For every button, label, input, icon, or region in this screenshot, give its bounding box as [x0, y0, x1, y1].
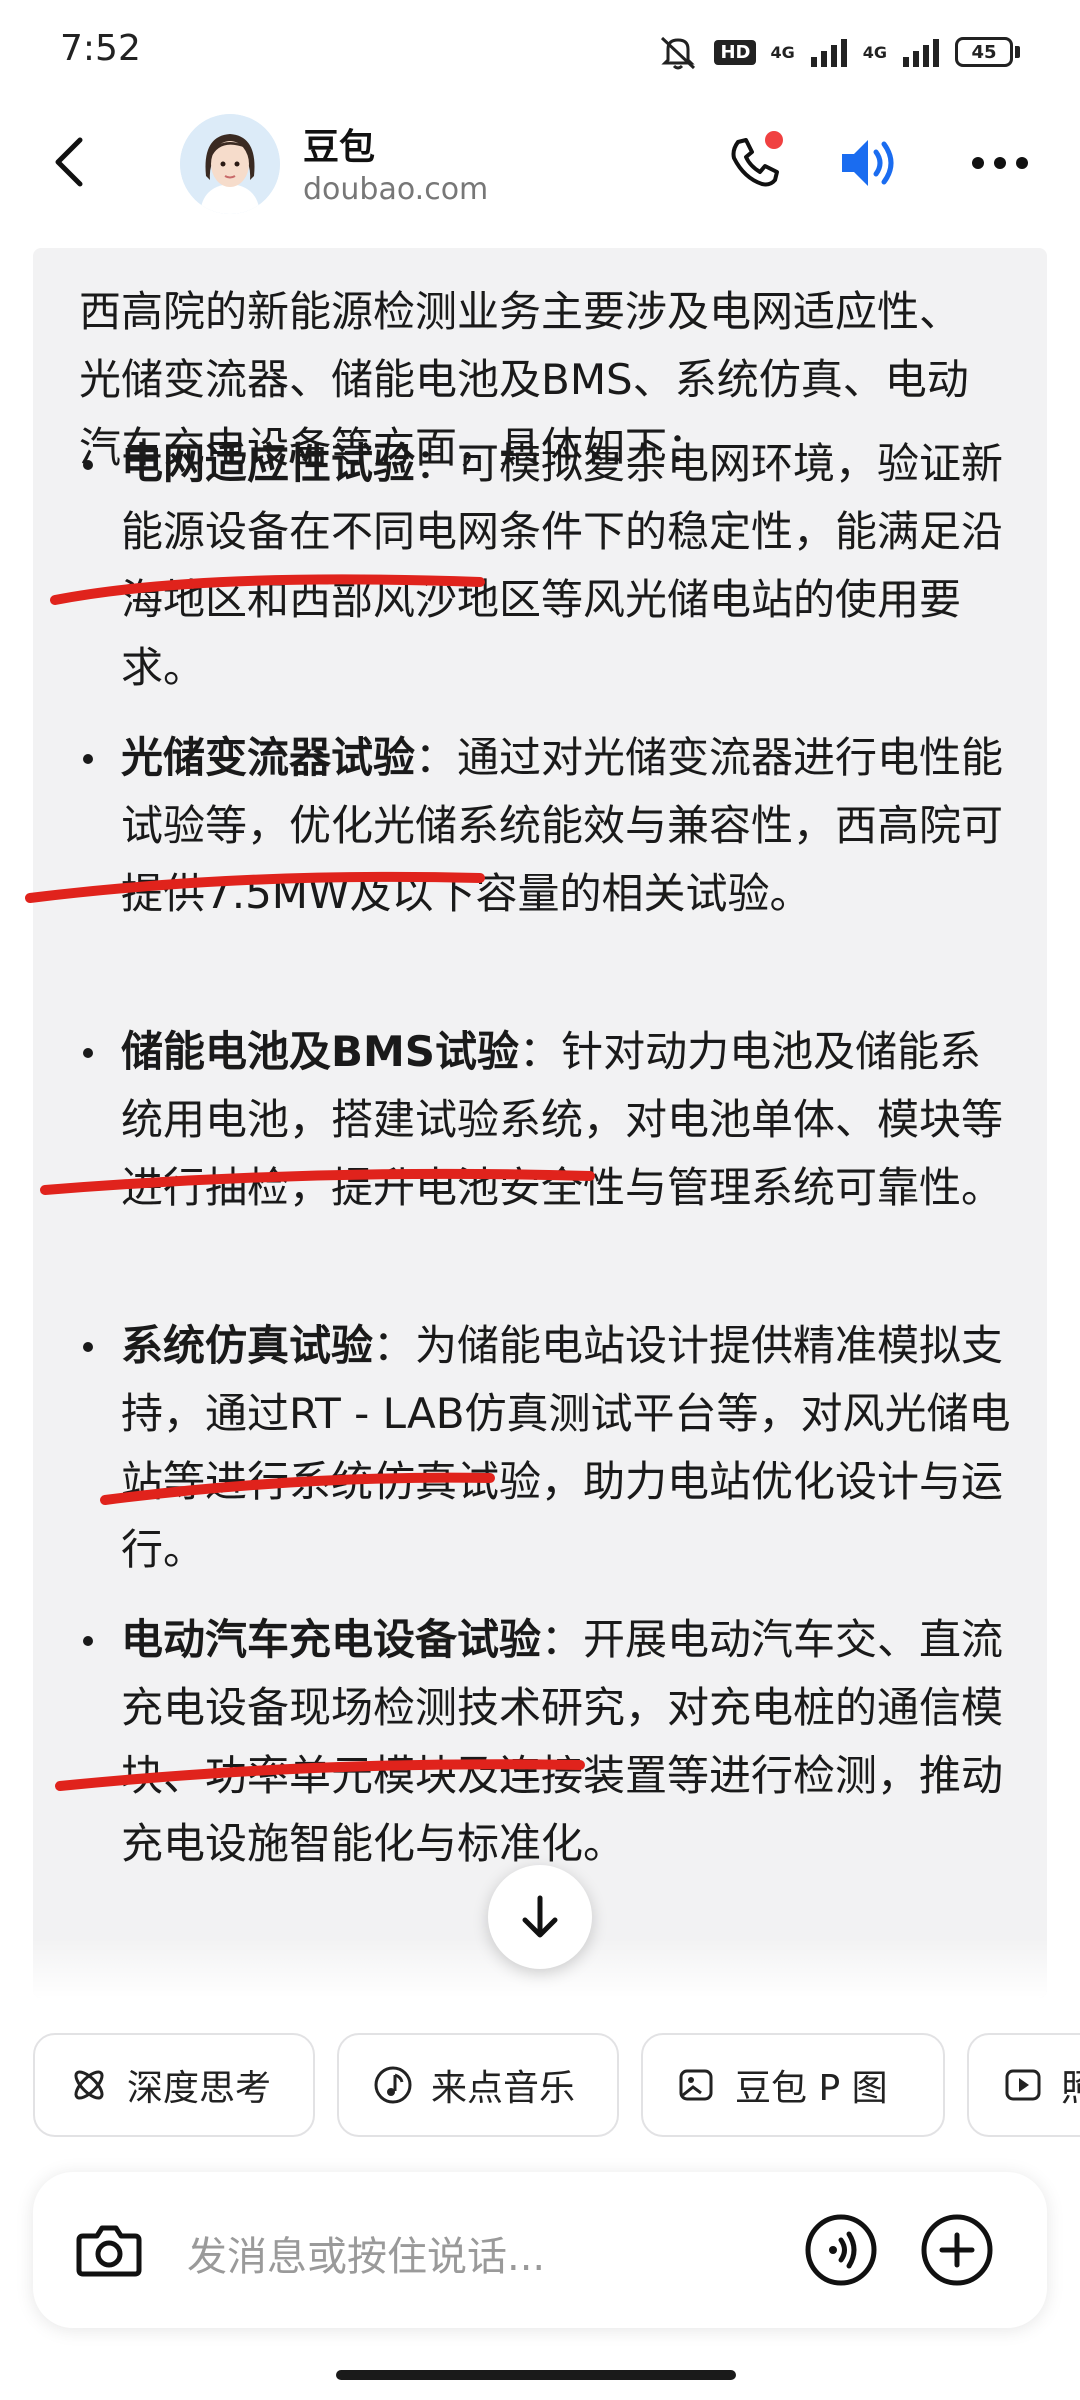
list-item: 电动汽车充电设备试验：开展电动汽车交、直流充电设备现场检测技术研究，对充电桩的通…: [79, 1606, 1019, 1878]
message-input[interactable]: 发消息或按住说话...: [187, 2224, 545, 2282]
item-title: 电动汽车充电设备试验: [121, 1615, 542, 1664]
suggestion-chips: 深度思考 来点音乐 豆包 P 图 照: [33, 2033, 1080, 2137]
speaker-icon[interactable]: [834, 128, 908, 198]
item-title: 储能电池及BMS试验: [121, 1027, 520, 1076]
chip-label: 豆包 P 图: [735, 2068, 888, 2109]
chip-deep-thinking[interactable]: 深度思考: [33, 2033, 315, 2137]
chip-label: 照: [1061, 2068, 1080, 2109]
chat-header: 豆包 doubao.com: [0, 100, 1080, 250]
back-arrow-icon[interactable]: [40, 130, 104, 194]
message-input-bar: 发消息或按住说话...: [33, 2172, 1047, 2328]
camera-icon[interactable]: [73, 2214, 145, 2286]
bot-name: 豆包: [303, 127, 376, 168]
list-item: 电网适应性试验：可模拟复杂电网环境，验证新能源设备在不同电网条件下的稳定性，能满…: [79, 430, 1019, 702]
more-options-icon[interactable]: [960, 128, 1040, 198]
image-edit-icon: [679, 2069, 713, 2101]
mute-bell-icon: [661, 36, 696, 70]
arrow-down-icon: [522, 1895, 558, 1938]
home-indicator[interactable]: [336, 2370, 736, 2380]
plus-icon[interactable]: [919, 2212, 995, 2288]
atom-icon: [74, 2070, 104, 2100]
scroll-to-bottom-button[interactable]: [488, 1865, 592, 1969]
list-item: 储能电池及BMS试验：针对动力电池及储能系统用电池，搭建试验系统，对电池单体、模…: [79, 1018, 1019, 1222]
network-label-2: 4G: [862, 42, 887, 62]
chip-video[interactable]: 照: [967, 2033, 1080, 2137]
phone-call-icon[interactable]: [720, 128, 790, 198]
chip-label: 来点音乐: [431, 2068, 576, 2109]
status-icons: HD 4G 4G 45: [656, 32, 1020, 72]
item-title: 电网适应性试验: [121, 439, 416, 488]
music-note-icon: [374, 2066, 412, 2104]
bot-domain: doubao.com: [303, 172, 489, 207]
chip-image-edit[interactable]: 豆包 P 图: [641, 2033, 945, 2137]
item-title: 系统仿真试验: [121, 1321, 374, 1370]
list-item: 系统仿真试验：为储能电站设计提供精准模拟支持，通过RT - LAB仿真测试平台等…: [79, 1312, 1019, 1584]
list-item: 光储变流器试验：通过对光储变流器进行电性能试验等，优化光储系统能效与兼容性，西高…: [79, 724, 1019, 928]
battery-level: 45: [955, 37, 1013, 67]
video-play-icon: [1005, 2069, 1041, 2101]
hd-badge: HD: [714, 39, 757, 65]
network-label-1: 4G: [770, 42, 795, 62]
assistant-message: 西高院的新能源检测业务主要涉及电网适应性、光储变流器、储能电池及BMS、系统仿真…: [33, 248, 1047, 1998]
battery-icon: 45: [955, 37, 1020, 67]
status-bar: 7:52 HD 4G 4G 45: [0, 0, 1080, 100]
voice-call-icon[interactable]: [803, 2212, 879, 2288]
signal-icon: [810, 39, 847, 67]
chip-label: 深度思考: [127, 2068, 272, 2109]
avatar[interactable]: [180, 114, 280, 214]
signal-icon: [903, 39, 939, 67]
status-time: 7:52: [60, 28, 141, 69]
chip-music[interactable]: 来点音乐: [337, 2033, 619, 2137]
item-title: 光储变流器试验: [121, 733, 416, 782]
